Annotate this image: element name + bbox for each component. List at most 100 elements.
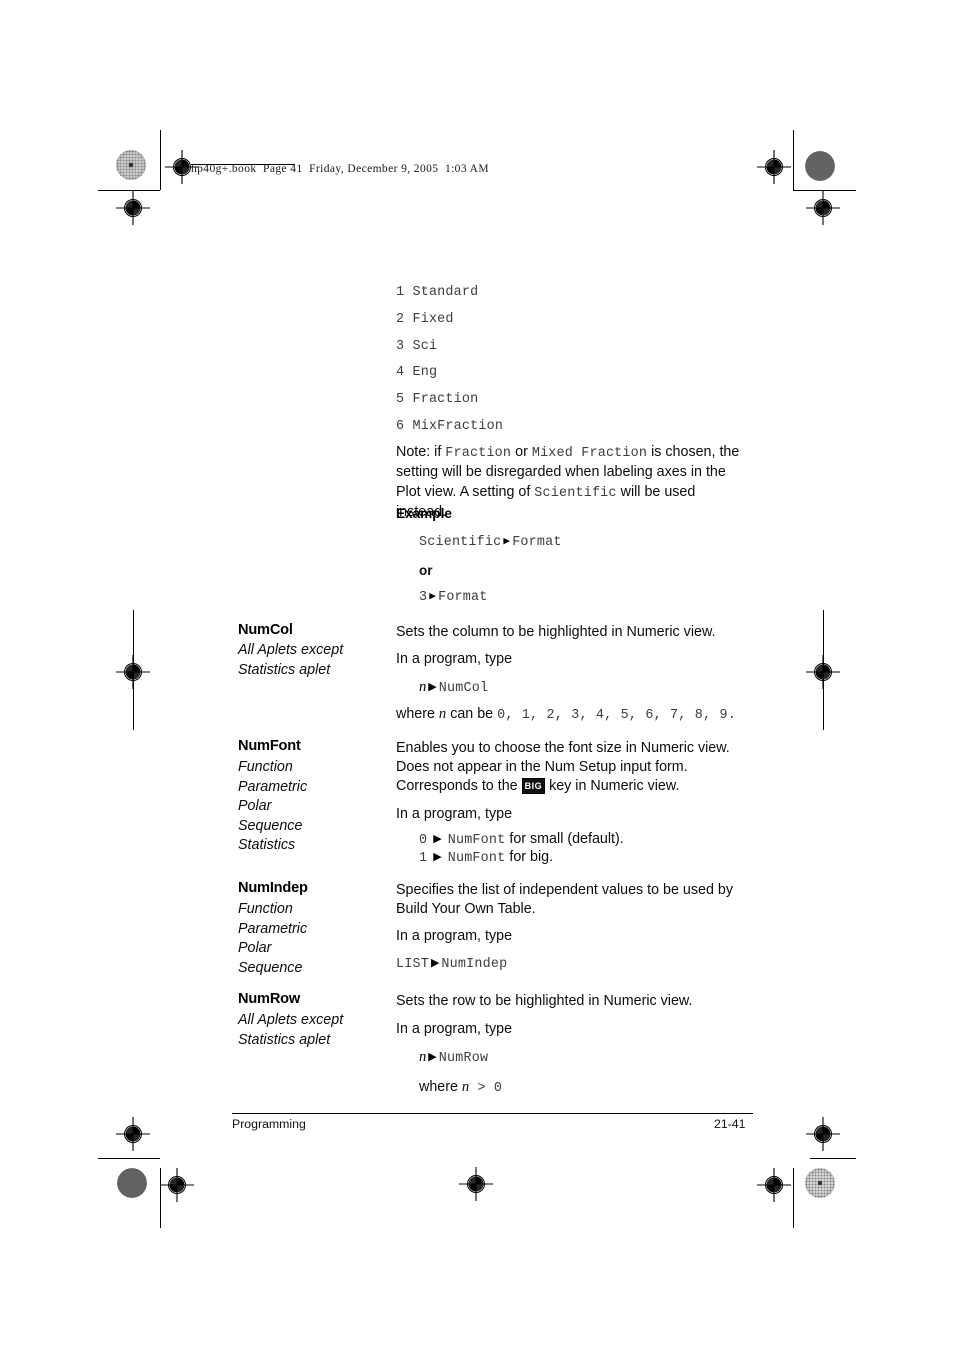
example-line-2: 3 ▶ Format xyxy=(419,589,488,605)
example-line-1-source: Scientific xyxy=(419,535,502,550)
entry-title-numcol: NumCol xyxy=(238,622,293,638)
entry-option-numfont-0: 0 ▶ NumFont for small (default). xyxy=(419,830,624,849)
syntax-target: NumRow xyxy=(438,1051,489,1066)
where-prefix: where xyxy=(419,1079,462,1095)
desc-text-before-key: Corresponds to the xyxy=(396,778,522,794)
registration-mark-right-lower xyxy=(806,1117,840,1151)
trim-line-left-lower-horizontal xyxy=(98,1158,160,1159)
aplet-line: Statistics aplet xyxy=(238,661,331,678)
entry-desc-line-numfont-2: Does not appear in the Num Setup input f… xyxy=(396,759,688,775)
entry-syntax-numcol: n ▶ NumCol xyxy=(419,678,488,696)
footer-page-number: 21-41 xyxy=(714,1117,746,1131)
option-value: 0 xyxy=(419,833,428,848)
where-prefix: where xyxy=(396,706,439,722)
example-line-2-target: Format xyxy=(438,590,488,605)
note-text-b: or xyxy=(511,444,532,460)
aplet-line: Statistics xyxy=(238,837,296,854)
entry-program-label-numcol: In a program, type xyxy=(396,651,513,667)
entry-aplets-numrow: All Aplets except Statistics aplet xyxy=(238,1011,343,1050)
store-arrow-icon: ▶ xyxy=(430,957,440,969)
syntax-target: NumIndep xyxy=(441,957,508,972)
trim-line-top-left-vertical xyxy=(160,130,161,190)
entry-title-numrow: NumRow xyxy=(238,991,301,1007)
note-code-mixed-fraction: Mixed Fraction xyxy=(531,446,648,461)
registration-mark-top-right xyxy=(757,150,791,184)
entry-where-numcol: where n can be 0, 1, 2, 3, 4, 5, 6, 7, 8… xyxy=(396,705,736,725)
entry-aplets-numindep: Function Parametric Polar Sequence xyxy=(238,900,307,978)
registration-mark-left-lower xyxy=(116,1117,150,1151)
registration-mark-right-upper xyxy=(806,191,840,225)
note-code-scientific: Scientific xyxy=(534,485,617,501)
where-mid: can be xyxy=(446,706,498,722)
solid-dot-bottom-left xyxy=(117,1168,147,1198)
option-tail: for big. xyxy=(505,849,554,865)
entry-syntax-numindep: LIST ▶ NumIndep xyxy=(396,954,507,972)
aplet-line: Sequence xyxy=(238,959,303,976)
format-option-1: 1 Standard xyxy=(396,285,479,300)
syntax-target: NumCol xyxy=(438,681,489,696)
book-slug-line: hp40g+.book Page 41 Friday, December 9, … xyxy=(191,163,489,175)
entry-where-numrow: where n > 0 xyxy=(419,1078,502,1098)
entry-option-numfont-1: 1 ▶ NumFont for big. xyxy=(419,848,553,867)
aplet-line: All Aplets except xyxy=(238,1012,344,1028)
trim-line-right-middle xyxy=(823,610,824,730)
option-value: 1 xyxy=(419,851,428,866)
entry-aplets-numfont: Function Parametric Polar Sequence Stati… xyxy=(238,758,307,856)
aplet-line: Function xyxy=(238,901,293,917)
entry-title-numfont: NumFont xyxy=(238,738,301,754)
aplet-line: Polar xyxy=(238,940,272,957)
aplet-line: Parametric xyxy=(238,778,308,795)
solid-dot-top-right xyxy=(805,151,835,181)
example-line-2-source: 3 xyxy=(419,590,428,605)
store-arrow-icon: ▶ xyxy=(429,591,437,603)
aplet-line: Parametric xyxy=(238,920,308,937)
registration-mark-bottom-center xyxy=(459,1167,493,1201)
trim-line-top-right-vertical xyxy=(793,130,794,190)
trim-line-bottom-left-vertical xyxy=(160,1168,161,1228)
format-option-3: 3 Sci xyxy=(396,338,438,354)
entry-desc-numcol: Sets the column to be highlighted in Num… xyxy=(396,624,716,640)
syntax-variable: LIST xyxy=(396,957,429,972)
entry-desc-line-numindep-2: Build Your Own Table. xyxy=(396,901,536,917)
entry-desc-line-numfont-1: Enables you to choose the font size in N… xyxy=(396,740,730,756)
format-option-5: 5 Fraction xyxy=(396,392,479,408)
option-target: NumFont xyxy=(447,851,506,866)
entry-title-numindep: NumIndep xyxy=(238,880,308,896)
format-option-6: 6 MixFraction xyxy=(396,418,504,434)
entry-program-label-numrow: In a program, type xyxy=(396,1021,513,1037)
registration-mark-left-upper xyxy=(116,191,150,225)
registration-mark-bottom-right xyxy=(757,1168,791,1202)
store-arrow-icon: ▶ xyxy=(428,681,437,693)
store-arrow-icon: ▶ xyxy=(503,536,511,548)
entry-desc-numrow: Sets the row to be highlighted in Numeri… xyxy=(396,993,693,1009)
example-line-1-target: Format xyxy=(512,535,562,550)
halftone-dot-top-left xyxy=(116,150,146,180)
option-tail: for small (default). xyxy=(505,831,624,847)
format-option-4: 4 Eng xyxy=(396,365,438,381)
aplet-line: Statistics aplet xyxy=(238,1031,331,1048)
entry-desc-line-numindep-1: Specifies the list of independent values… xyxy=(396,882,733,898)
trim-line-bottom-right-vertical xyxy=(793,1168,794,1228)
example-heading: Example xyxy=(396,506,452,521)
trim-line-right-lower-horizontal xyxy=(810,1158,856,1159)
registration-mark-bottom-left xyxy=(160,1168,194,1202)
entry-program-label-numindep: In a program, type xyxy=(396,928,513,944)
format-options-list: 1 Standard 2 Fixed 3 Sci 4 Eng 5 Fractio… xyxy=(396,280,503,441)
starburst-dot-bottom-right xyxy=(805,1168,835,1198)
example-or: or xyxy=(419,563,433,578)
example-line-1: Scientific ▶ Format xyxy=(419,534,562,550)
footer-chapter-label: Programming xyxy=(232,1117,306,1131)
aplet-line: Sequence xyxy=(238,817,303,834)
footer-rule xyxy=(232,1113,753,1115)
entry-program-label-numfont: In a program, type xyxy=(396,806,513,822)
option-target: NumFont xyxy=(447,833,506,848)
trim-line-left-middle xyxy=(133,610,134,730)
desc-text-after-key: key in Numeric view. xyxy=(545,778,680,794)
document-page: hp40g+.book Page 41 Friday, December 9, … xyxy=(0,0,954,1350)
entry-aplets-numcol: All Aplets except Statistics aplet xyxy=(238,641,343,680)
entry-desc-line-numfont-3: Corresponds to the BIG key in Numeric vi… xyxy=(396,777,679,796)
note-code-fraction: Fraction xyxy=(445,446,512,461)
store-arrow-icon: ▶ xyxy=(428,1051,437,1063)
store-arrow-icon: ▶ xyxy=(433,833,442,845)
format-option-2: 2 Fixed xyxy=(396,311,454,327)
